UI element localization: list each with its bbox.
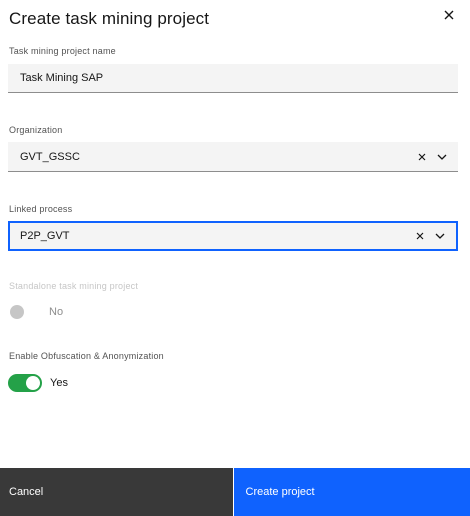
linked-process-label: Linked process [9, 204, 73, 214]
project-name-input[interactable]: Task Mining SAP [8, 64, 458, 93]
obfuscation-toggle[interactable] [8, 374, 42, 392]
organization-value: GVT_GSSC [20, 150, 80, 163]
obfuscation-label: Enable Obfuscation & Anonymization [9, 351, 164, 361]
linked-process-value: P2P_GVT [20, 230, 70, 242]
linked-process-dropdown-toggle[interactable] [434, 230, 446, 242]
standalone-toggle-row: No [8, 305, 63, 319]
create-project-button[interactable]: Create project [233, 468, 470, 516]
clear-icon [418, 153, 426, 160]
modal-footer: Cancel Create project [0, 468, 470, 516]
obfuscation-toggle-row: Yes [8, 374, 68, 392]
close-button[interactable] [438, 4, 460, 26]
create-project-modal: Create task mining project Task mining p… [0, 0, 470, 516]
organization-clear-button[interactable] [416, 151, 428, 163]
chevron-down-icon [437, 154, 447, 160]
cancel-button[interactable]: Cancel [0, 468, 233, 516]
standalone-toggle [10, 305, 24, 319]
modal-title: Create task mining project [9, 9, 210, 28]
clear-icon [416, 232, 424, 240]
organization-select[interactable]: GVT_GSSC [8, 142, 458, 172]
obfuscation-toggle-state: Yes [50, 377, 68, 389]
project-name-value: Task Mining SAP [20, 72, 104, 84]
organization-label: Organization [9, 125, 63, 135]
standalone-label: Standalone task mining project [9, 281, 139, 291]
linked-process-clear-button[interactable] [414, 230, 426, 242]
chevron-down-icon [435, 233, 445, 239]
close-icon [444, 10, 454, 20]
organization-dropdown-toggle[interactable] [436, 151, 448, 163]
toggle-knob [26, 376, 40, 390]
standalone-toggle-state: No [49, 306, 64, 318]
linked-process-select[interactable]: P2P_GVT [8, 221, 458, 251]
project-name-label: Task mining project name [9, 46, 116, 56]
